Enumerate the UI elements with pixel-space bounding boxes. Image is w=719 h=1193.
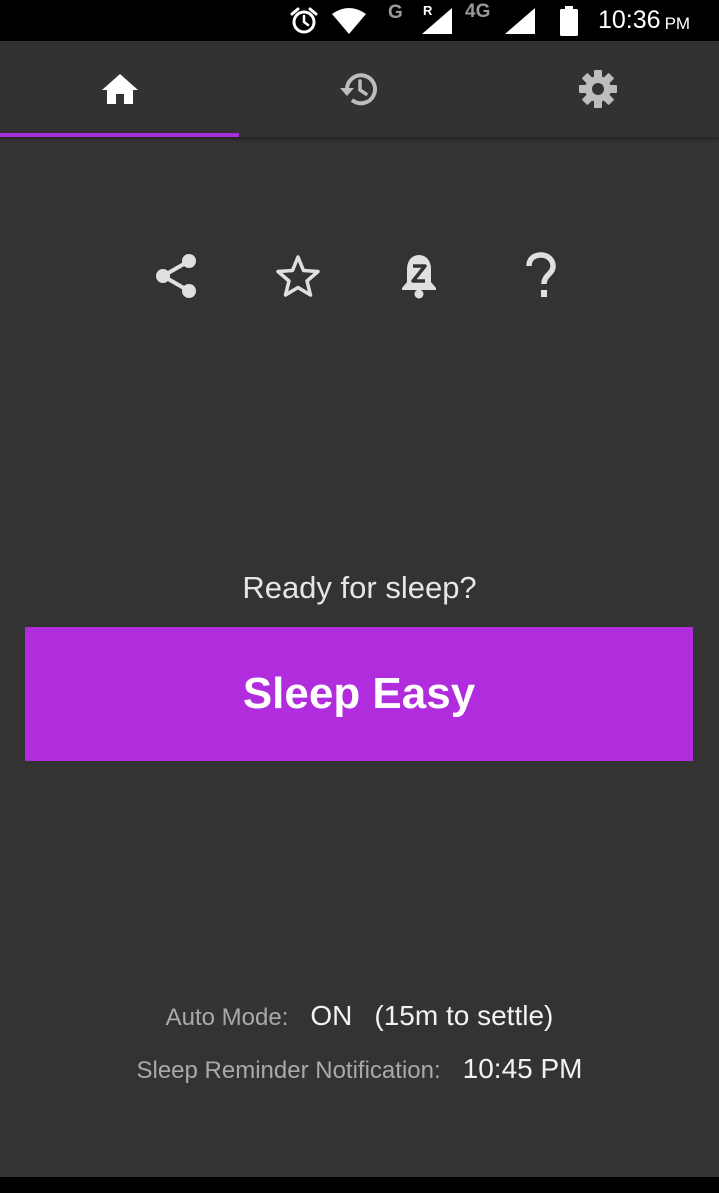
sleep-reminder-value: 10:45 PM — [462, 1053, 583, 1084]
gear-icon — [578, 70, 617, 108]
help-button[interactable] — [513, 248, 569, 304]
tab-home[interactable] — [0, 41, 239, 137]
battery-icon — [558, 0, 580, 41]
alarm-icon — [288, 0, 320, 41]
tab-history[interactable] — [239, 41, 478, 137]
help-icon — [526, 252, 556, 297]
auto-mode-row: Auto Mode: ON (15m to settle) — [0, 1000, 719, 1032]
tab-selected-indicator — [0, 133, 239, 137]
network-4g-label: 4G — [465, 0, 491, 22]
ready-prompt: Ready for sleep? — [242, 570, 477, 605]
network-g-label: G — [388, 1, 403, 23]
auto-mode-value: ON — [310, 1000, 353, 1031]
signal-icon — [503, 0, 537, 41]
home-icon — [101, 74, 138, 104]
auto-mode-label: Auto Mode: — [165, 1004, 289, 1031]
rate-button[interactable] — [270, 248, 326, 304]
sleep-reminder-button[interactable] — [391, 248, 447, 304]
star-icon — [276, 255, 320, 297]
sleep-easy-button[interactable]: Sleep Easy — [25, 627, 693, 761]
share-icon — [156, 254, 196, 298]
status-bar: G R 4G 10:36 PM — [0, 0, 719, 41]
navigation-bar — [0, 1177, 719, 1193]
snooze-bell-icon — [402, 255, 436, 299]
wifi-icon — [330, 0, 368, 41]
history-icon — [339, 73, 377, 106]
sleep-reminder-label: Sleep Reminder Notification: — [136, 1057, 441, 1084]
signal-icon — [420, 0, 454, 41]
clock-ampm: PM — [664, 13, 691, 33]
tab-bar — [0, 41, 719, 137]
clock: 10:36 PM — [598, 0, 690, 41]
share-button[interactable] — [148, 248, 204, 304]
tab-settings[interactable] — [478, 41, 717, 137]
auto-mode-detail: (15m to settle) — [374, 1000, 554, 1031]
clock-time: 10:36 — [598, 6, 661, 34]
sleep-reminder-row: Sleep Reminder Notification: 10:45 PM — [0, 1053, 719, 1085]
